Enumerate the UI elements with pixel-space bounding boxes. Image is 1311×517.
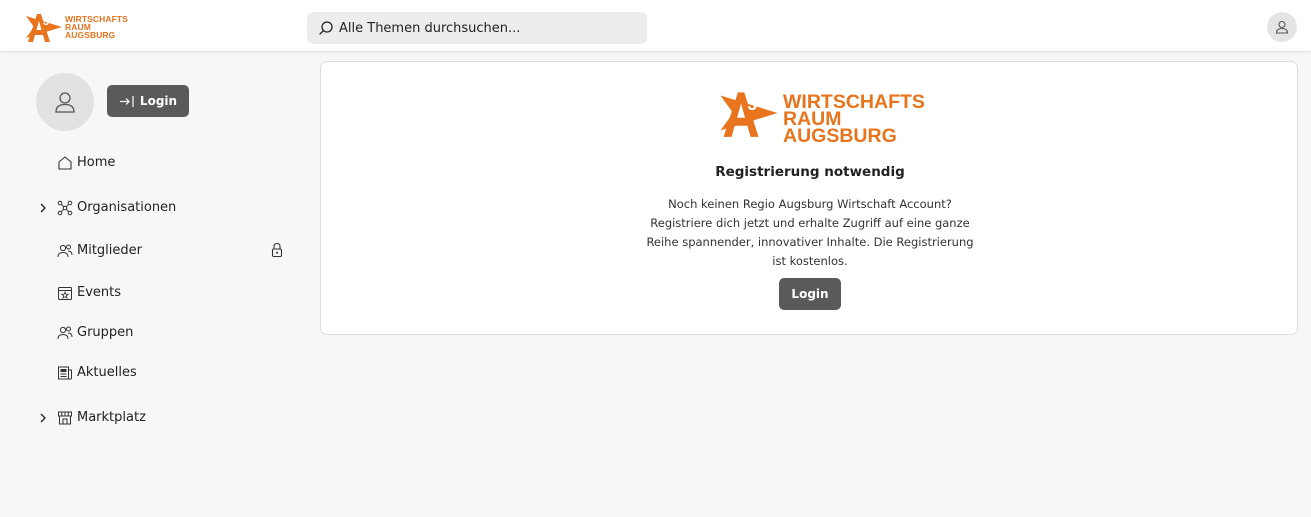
sidebar-item-label: Marktplatz	[77, 410, 146, 425]
registration-message: Noch keinen Regio Augsburg Wirtschaft Ac…	[646, 197, 974, 268]
a3-logo-icon: 3	[720, 92, 778, 137]
sidebar-item-label: Gruppen	[77, 325, 134, 340]
sidebar-item-home[interactable]: Home	[38, 150, 298, 176]
a3-logo-icon: 3	[26, 14, 62, 42]
store-icon	[56, 409, 74, 427]
sidebar-item-events[interactable]: Events	[38, 280, 298, 306]
chevron-right-icon[interactable]	[36, 411, 50, 425]
top-bar: 3 WIRTSCHAFTS RAUM AUGSBURG	[0, 0, 1311, 52]
sidebar: Login Home Organisationen Mitglieder Eve…	[0, 53, 310, 517]
sidebar-item-label: Organisationen	[77, 200, 177, 215]
avatar	[36, 73, 94, 131]
sidebar-item-label: Events	[77, 285, 122, 300]
card-wordmark: WIRTSCHAFTS RAUM AUGSBURG	[783, 91, 925, 147]
members-icon	[56, 242, 74, 260]
user-icon	[1275, 20, 1289, 34]
svg-text:3: 3	[43, 16, 49, 28]
sidebar-item-marktplatz[interactable]: Marktplatz	[38, 405, 298, 431]
login-button[interactable]: Login	[779, 278, 841, 310]
user-icon	[55, 92, 75, 113]
sidebar-item-label: Aktuelles	[77, 365, 137, 380]
calendar-star-icon	[56, 284, 74, 302]
sidebar-item-aktuelles[interactable]: Aktuelles	[38, 360, 298, 386]
sidebar-item-organisationen[interactable]: Organisationen	[38, 195, 298, 221]
card-logo: 3 WIRTSCHAFTS RAUM AUGSBURG	[719, 86, 925, 147]
sidebar-item-label: Home	[77, 155, 116, 170]
svg-text:3: 3	[747, 94, 757, 114]
registration-card: 3 WIRTSCHAFTS RAUM AUGSBURG Registrierun…	[320, 61, 1298, 335]
login-icon	[119, 95, 134, 107]
sidebar-login-button[interactable]: Login	[107, 85, 189, 117]
network-icon	[56, 199, 74, 217]
brand-logo[interactable]: 3 WIRTSCHAFTS RAUM AUGSBURG	[26, 10, 128, 44]
lock-icon	[270, 242, 284, 262]
chevron-right-icon[interactable]	[36, 201, 50, 215]
sidebar-login-label: Login	[139, 94, 178, 108]
search-bar[interactable]	[307, 12, 647, 44]
user-menu-button[interactable]	[1267, 12, 1297, 42]
sidebar-item-mitglieder[interactable]: Mitglieder	[38, 238, 298, 264]
groups-icon	[56, 324, 74, 342]
sidebar-item-label: Mitglieder	[77, 243, 142, 258]
search-icon	[319, 21, 333, 35]
search-input[interactable]	[339, 20, 629, 36]
home-icon	[56, 154, 74, 172]
sidebar-item-gruppen[interactable]: Gruppen	[38, 320, 298, 346]
page-title: Registrierung notwendig	[715, 164, 905, 180]
newspaper-icon	[56, 364, 74, 382]
brand-wordmark: WIRTSCHAFTS RAUM AUGSBURG	[65, 14, 128, 40]
